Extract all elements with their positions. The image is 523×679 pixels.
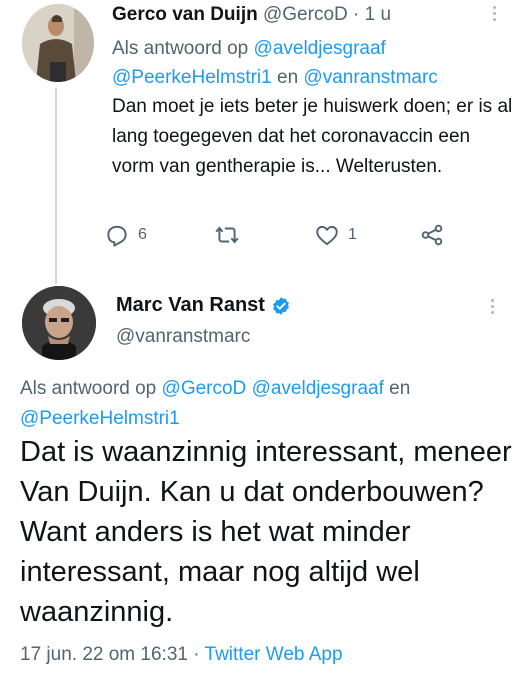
- heart-icon: [316, 225, 338, 246]
- avatar-marc[interactable]: [22, 286, 96, 360]
- reply-more-options-icon[interactable]: [484, 2, 504, 24]
- main-author-name[interactable]: Marc Van Ranst: [116, 294, 265, 317]
- reply-author-name[interactable]: Gerco van Duijn: [112, 4, 258, 25]
- reply-tweet-actions: 6 1: [104, 220, 464, 250]
- like-count: 1: [348, 226, 357, 243]
- reply-time-ago[interactable]: 1 u: [365, 4, 391, 25]
- tweet-timestamp[interactable]: 17 jun. 22 om 16:31: [20, 644, 188, 665]
- mention-link[interactable]: @vanranstmarc: [303, 67, 437, 88]
- avatar-gerco-image: [22, 4, 94, 82]
- reply-button[interactable]: 6: [104, 220, 147, 250]
- replying-joiner: en: [271, 67, 304, 88]
- mention-link[interactable]: @aveldjesgraaf: [252, 378, 384, 399]
- meta-separator: ·: [187, 644, 205, 665]
- replying-prefix: Als antwoord op: [112, 38, 254, 59]
- reply-count: 6: [138, 226, 147, 243]
- reply-author-handle[interactable]: @GercoD: [263, 4, 348, 25]
- main-tweet-meta: 17 jun. 22 om 16:31 · Twitter Web App: [20, 644, 343, 666]
- replying-prefix: Als antwoord op: [20, 378, 162, 399]
- main-tweet-text: Dat is waanzinnig interessant, meneer Va…: [20, 436, 512, 628]
- share-icon: [421, 224, 443, 246]
- mention-link[interactable]: @PeerkeHelmstri1: [112, 67, 272, 88]
- avatar-gerco[interactable]: [22, 4, 94, 82]
- thread-connector-line: [55, 88, 57, 284]
- tweet-source-link[interactable]: Twitter Web App: [205, 644, 343, 665]
- main-replying-to: Als antwoord op @GercoD @aveldjesgraaf e…: [20, 374, 500, 434]
- mention-link[interactable]: @aveldjesgraaf: [254, 38, 386, 59]
- reply-header-separator: ·: [347, 4, 365, 25]
- main-more-options-icon[interactable]: [482, 295, 502, 317]
- reply-replying-to: Als antwoord op @aveldjesgraaf @PeerkeHe…: [112, 34, 512, 92]
- main-author-name-row: Marc Van Ranst: [116, 294, 291, 317]
- main-author-handle[interactable]: @vanranstmarc: [116, 326, 250, 348]
- reply-tweet-header: Gerco van Duijn @GercoD · 1 u: [112, 4, 391, 26]
- mention-link[interactable]: @PeerkeHelmstri1: [20, 408, 180, 429]
- verified-badge-icon: [273, 296, 289, 315]
- share-button[interactable]: [419, 220, 445, 250]
- retweet-button[interactable]: [214, 220, 248, 250]
- avatar-marc-image: [22, 286, 96, 360]
- like-button[interactable]: 1: [314, 220, 357, 250]
- reply-tweet-text: Dan moet je iets beter je huiswerk doen;…: [112, 96, 513, 177]
- retweet-icon: [215, 226, 239, 244]
- replying-joiner: en: [383, 378, 411, 399]
- mention-link[interactable]: @GercoD: [162, 378, 247, 399]
- reply-icon: [107, 225, 127, 247]
